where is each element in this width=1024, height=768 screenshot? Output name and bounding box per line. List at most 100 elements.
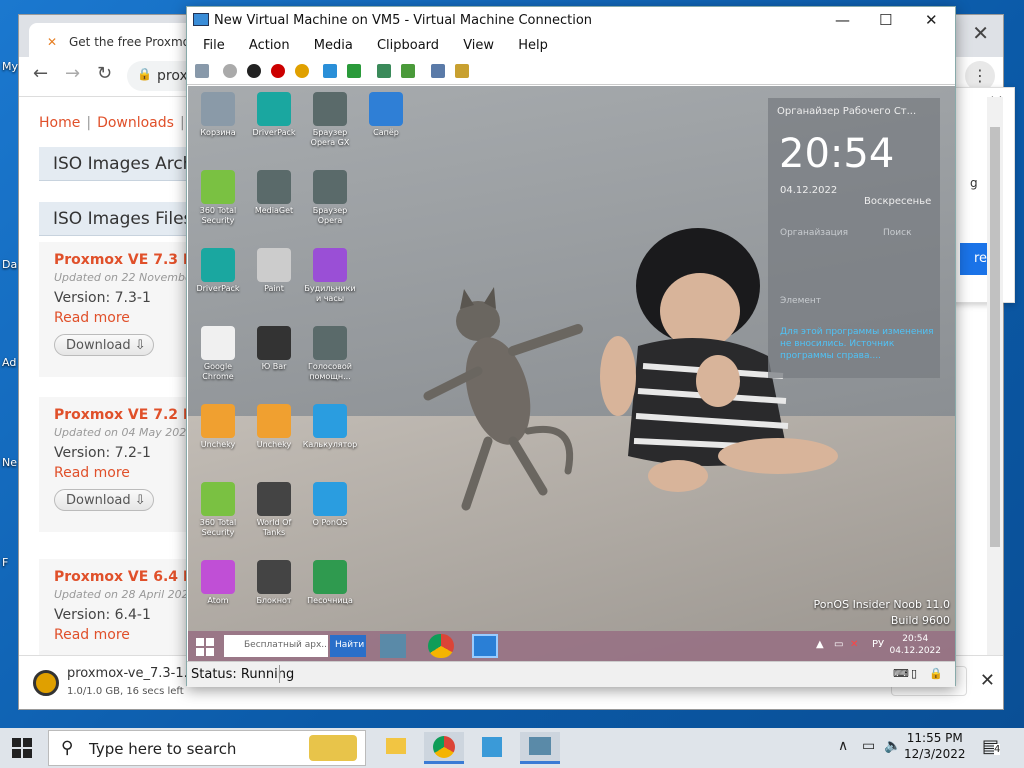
menu-file[interactable]: File	[203, 38, 225, 53]
guest-desktop-icon[interactable]: Uncheky	[190, 404, 246, 450]
guest-lang[interactable]: РУ	[872, 639, 884, 650]
gadget-organize[interactable]: Органайзация	[780, 228, 848, 238]
maximize-icon[interactable]: ☐	[879, 11, 892, 29]
reload-icon[interactable]: ↻	[97, 63, 112, 84]
hyperv-manager-icon[interactable]	[472, 732, 512, 764]
iso-title[interactable]: Proxmox VE 6.4 ISO	[54, 569, 199, 585]
guest-desktop-icon[interactable]: MediaGet	[246, 170, 302, 216]
breadcrumb-home[interactable]: Home	[39, 115, 80, 131]
chrome-taskbar-icon[interactable]	[424, 732, 464, 764]
guest-find-button[interactable]: Найти	[330, 635, 366, 657]
guest-search-input[interactable]: Бесплатный арх...	[224, 635, 328, 657]
guest-desktop-icon[interactable]: 360 Total Security	[190, 482, 246, 538]
pause-icon[interactable]	[323, 64, 337, 78]
taskbar-search-input[interactable]: ⚲ Type here to search	[48, 730, 366, 766]
close-shelf-icon[interactable]: ✕	[980, 670, 995, 691]
guest-ie-icon[interactable]	[472, 634, 498, 658]
guest-chrome-icon[interactable]	[428, 634, 454, 658]
guest-desktop-icon[interactable]: Uncheky	[246, 404, 302, 450]
menu-clipboard[interactable]: Clipboard	[377, 38, 439, 53]
menu-help[interactable]: Help	[518, 38, 548, 53]
forward-icon[interactable]: →	[65, 63, 80, 84]
guest-desktop-icon[interactable]: 360 Total Security	[190, 170, 246, 226]
guest-network-icon[interactable]: ▭	[834, 639, 843, 650]
host-desktop-icon[interactable]: Ne	[2, 456, 17, 469]
guest-volume-muted-icon[interactable]: ✕	[850, 639, 858, 650]
host-desktop-icon[interactable]: F	[2, 556, 8, 569]
minimize-icon[interactable]: —	[835, 11, 850, 29]
guest-desktop-icon[interactable]: Сапёр	[358, 92, 414, 138]
file-explorer-icon[interactable]	[376, 732, 416, 764]
guest-desktop-icon[interactable]: DriverPack	[190, 248, 246, 294]
guest-app-icon	[201, 482, 235, 516]
mouse-icon: ▯	[911, 667, 918, 680]
turn-off-icon[interactable]	[247, 64, 261, 78]
scrollbar-thumb[interactable]	[990, 127, 1000, 547]
iso-title[interactable]: Proxmox VE 7.2 ISO	[54, 407, 199, 423]
close-icon[interactable]: ✕	[925, 11, 938, 29]
gadget-element[interactable]: Элемент	[780, 296, 821, 306]
read-more-link[interactable]: Read more	[54, 465, 199, 481]
guest-desktop-icon[interactable]: Корзина	[190, 92, 246, 138]
enhanced-session-icon[interactable]	[431, 64, 445, 78]
menu-view[interactable]: View	[463, 38, 494, 53]
ctrl-alt-del-icon[interactable]	[195, 64, 209, 78]
popup-text: g	[970, 176, 978, 190]
breadcrumb-downloads[interactable]: Downloads	[97, 115, 174, 131]
start-icon[interactable]	[223, 64, 237, 78]
tray-overflow-icon[interactable]: ∧	[838, 738, 848, 754]
guest-desktop-icon[interactable]: Paint	[246, 248, 302, 294]
guest-start-icon[interactable]	[196, 638, 214, 656]
guest-desktop-icon[interactable]: World Of Tanks	[246, 482, 302, 538]
host-desktop-icon[interactable]: Da	[2, 258, 17, 271]
checkpoint-icon[interactable]	[377, 64, 391, 78]
guest-desktop-icon[interactable]: Ю Bar	[246, 326, 302, 372]
vm-connection-taskbar-icon[interactable]	[520, 732, 560, 764]
resume-icon[interactable]	[347, 64, 361, 78]
back-icon[interactable]: ←	[33, 63, 48, 84]
host-clock[interactable]: 11:55 PM 12/3/2022	[904, 730, 966, 762]
guest-clock[interactable]: 20:54 04.12.2022	[889, 633, 941, 657]
host-desktop-icon[interactable]: Ad	[2, 356, 16, 369]
iso-updated: Updated on 28 April 2021	[54, 588, 196, 601]
close-window-icon[interactable]: ✕	[972, 21, 989, 45]
guest-screen[interactable]: Корзина 360 Total Security DriverPack Googl…	[188, 86, 955, 661]
shutdown-icon[interactable]	[271, 64, 285, 78]
read-more-link[interactable]: Read more	[54, 627, 199, 643]
guest-desktop-icon[interactable]: Голосовой помощн...	[302, 326, 358, 382]
network-icon[interactable]: ▭	[862, 738, 875, 754]
windows-start-icon[interactable]	[12, 738, 32, 758]
volume-icon[interactable]: 🔈	[884, 738, 901, 754]
guest-desktop-icon[interactable]: O PonOS	[302, 482, 358, 528]
read-more-link[interactable]: Read more	[54, 310, 199, 326]
guest-app-icon[interactable]	[380, 634, 406, 658]
menu-action[interactable]: Action	[249, 38, 290, 53]
download-button[interactable]: Download ⇩	[54, 334, 154, 356]
guest-desktop-icon[interactable]: Atom	[190, 560, 246, 606]
host-desktop-icon[interactable]: My	[2, 60, 18, 73]
notifications-icon[interactable]: ▤ 4	[982, 736, 1004, 758]
gadget-date: 04.12.2022	[780, 185, 838, 196]
guest-desktop-icon[interactable]: Google Chrome	[190, 326, 246, 382]
menu-media[interactable]: Media	[314, 38, 353, 53]
disc-file-icon	[33, 670, 59, 696]
guest-desktop-icon[interactable]: Браузер Opera GX	[302, 92, 358, 148]
gadget-links[interactable]: Для этой программы изменения не вносилис…	[780, 326, 935, 362]
page-scrollbar[interactable]	[987, 97, 1003, 657]
share-icon[interactable]	[455, 64, 469, 78]
guest-icon-label: Голосовой помощн...	[308, 362, 352, 381]
section-header: ISO Images Files	[39, 202, 199, 236]
guest-desktop-icon[interactable]: Калькулятор	[302, 404, 358, 450]
power-icon[interactable]	[295, 64, 309, 78]
guest-icon-label: Google Chrome	[202, 362, 234, 381]
guest-tray-arrow-icon[interactable]: ▲	[816, 639, 824, 650]
guest-desktop-icon[interactable]: Блокнот	[246, 560, 302, 606]
guest-desktop-icon[interactable]: DriverPack	[246, 92, 302, 138]
guest-desktop-icon[interactable]: Будильники и часы	[302, 248, 358, 304]
gadget-search[interactable]: Поиск	[883, 228, 912, 238]
revert-icon[interactable]	[401, 64, 415, 78]
guest-desktop-icon[interactable]: Браузер Opera	[302, 170, 358, 226]
download-button[interactable]: Download ⇩	[54, 489, 154, 511]
iso-title[interactable]: Proxmox VE 7.3 ISO	[54, 252, 199, 268]
guest-desktop-icon[interactable]: Песочница	[302, 560, 358, 606]
